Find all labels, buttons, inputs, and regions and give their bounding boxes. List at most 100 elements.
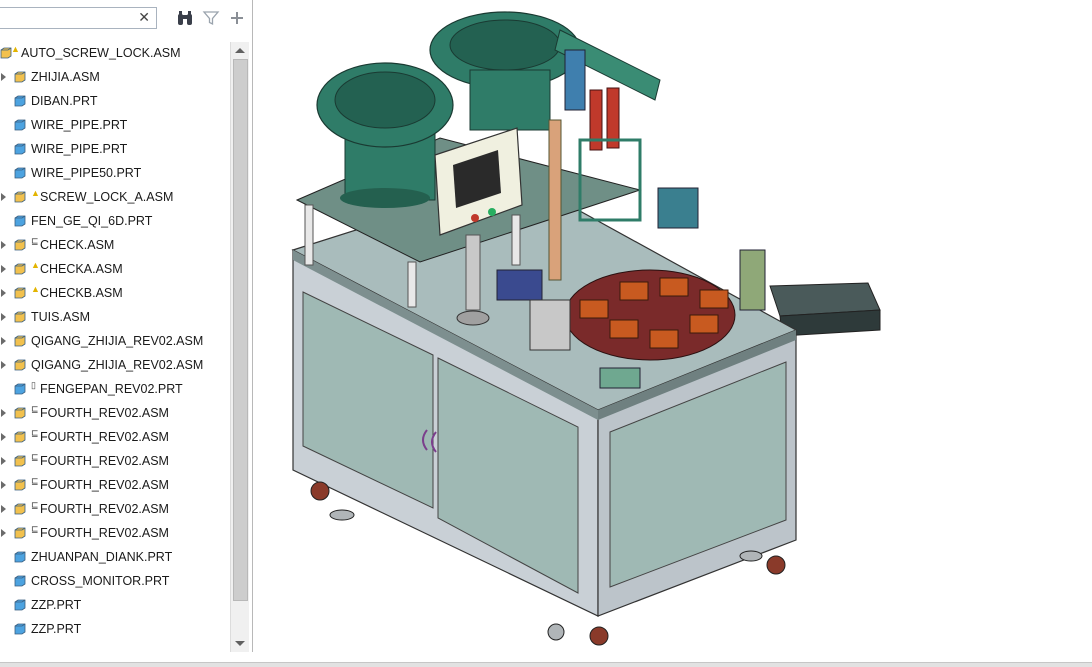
part-icon <box>14 623 26 635</box>
model-tree: ▲ AUTO_SCREW_LOCK.ASM ZHIJIA.ASM DIBAN.PRT W… <box>0 42 230 652</box>
tree-item-label: FOURTH_REV02.ASM <box>40 454 169 468</box>
tree-item[interactable]: ▯ FENGEPAN_REV02.PRT <box>0 378 230 402</box>
assembly-icon <box>14 263 26 275</box>
tree-item-label: FOURTH_REV02.ASM <box>40 502 169 516</box>
part-icon <box>14 215 26 227</box>
expand-arrow-icon[interactable] <box>1 73 6 81</box>
tree-item-label: FOURTH_REV02.ASM <box>40 406 169 420</box>
assembly-icon <box>14 431 26 443</box>
search-bar: ✕ <box>0 7 158 29</box>
assembly-icon <box>14 71 26 83</box>
assembly-icon <box>14 191 26 203</box>
tree-scrollbar[interactable] <box>230 42 249 652</box>
expand-arrow-icon[interactable] <box>1 289 6 297</box>
family-table-icon: ⊑ <box>31 500 39 510</box>
tree-item[interactable]: WIRE_PIPE.PRT <box>0 138 230 162</box>
family-table-icon: ⊑ <box>31 236 39 246</box>
tree-item-label: CHECKA.ASM <box>40 262 123 276</box>
tree-item[interactable]: ZZP.PRT <box>0 594 230 618</box>
warning-icon: ▲ <box>31 284 40 294</box>
tree-item-label: SCREW_LOCK_A.ASM <box>40 190 174 204</box>
search-input[interactable] <box>0 8 133 26</box>
tree-item[interactable]: ZZP.PRT <box>0 618 230 642</box>
tree-item[interactable]: ⊑ FOURTH_REV02.ASM <box>0 522 230 546</box>
tree-item-label: FOURTH_REV02.ASM <box>40 526 169 540</box>
assembly-icon <box>14 407 26 419</box>
expand-arrow-icon[interactable] <box>1 481 6 489</box>
tree-item[interactable]: ⊑ FOURTH_REV02.ASM <box>0 474 230 498</box>
family-table-icon: ⊑ <box>31 476 39 486</box>
tree-item-label: QIGANG_ZHIJIA_REV02.ASM <box>31 358 204 372</box>
tree-item[interactable]: CROSS_MONITOR.PRT <box>0 570 230 594</box>
family-table-icon: ⊑ <box>31 524 39 534</box>
tree-item-label: ZZP.PRT <box>31 598 82 612</box>
filter-icon[interactable] <box>202 9 220 27</box>
expand-arrow-icon[interactable] <box>1 505 6 513</box>
expand-arrow-icon[interactable] <box>1 409 6 417</box>
generic-icon: ▯ <box>31 380 36 390</box>
tree-item-label: CHECKB.ASM <box>40 286 123 300</box>
scroll-thumb[interactable] <box>233 59 248 601</box>
tree-item[interactable]: DIBAN.PRT <box>0 90 230 114</box>
tree-item-label: CROSS_MONITOR.PRT <box>31 574 170 588</box>
expand-arrow-icon[interactable] <box>1 313 6 321</box>
expand-arrow-icon[interactable] <box>1 193 6 201</box>
tree-item[interactable]: ▲ CHECKA.ASM <box>0 258 230 282</box>
family-table-icon: ⊑ <box>31 452 39 462</box>
tree-item[interactable]: ⊑ FOURTH_REV02.ASM <box>0 450 230 474</box>
part-icon <box>14 119 26 131</box>
assembly-icon <box>14 311 26 323</box>
tree-item[interactable]: ZHUANPAN_DIANK.PRT <box>0 546 230 570</box>
3d-model-viewport[interactable] <box>253 0 1092 662</box>
tree-item-label: WIRE_PIPE50.PRT <box>31 166 142 180</box>
assembly-icon <box>14 239 26 251</box>
assembly-icon <box>14 455 26 467</box>
expand-arrow-icon[interactable] <box>1 337 6 345</box>
warning-icon: ▲ <box>31 260 40 270</box>
tree-item[interactable]: WIRE_PIPE50.PRT <box>0 162 230 186</box>
assembly-icon <box>14 287 26 299</box>
tree-item-label: ZZP.PRT <box>31 622 82 636</box>
tree-item[interactable]: FEN_GE_QI_6D.PRT <box>0 210 230 234</box>
search-box[interactable]: ✕ <box>0 7 157 29</box>
tree-item-label: FOURTH_REV02.ASM <box>40 430 169 444</box>
tree-item-label: FOURTH_REV02.ASM <box>40 478 169 492</box>
expand-arrow-icon[interactable] <box>1 265 6 273</box>
plus-icon[interactable] <box>228 9 246 27</box>
family-table-icon: ⊑ <box>31 428 39 438</box>
status-bar-edge <box>0 662 1092 667</box>
tree-item-label: QIGANG_ZHIJIA_REV02.ASM <box>31 334 204 348</box>
assembly-icon <box>14 527 26 539</box>
scroll-down-arrow-icon[interactable] <box>235 641 245 646</box>
warning-icon: ▲ <box>31 188 40 198</box>
scroll-up-arrow-icon[interactable] <box>235 48 245 53</box>
clear-search-button[interactable]: ✕ <box>138 9 150 26</box>
expand-arrow-icon[interactable] <box>1 529 6 537</box>
tree-item[interactable]: WIRE_PIPE.PRT <box>0 114 230 138</box>
tree-root-item[interactable]: ▲ AUTO_SCREW_LOCK.ASM <box>0 42 230 66</box>
tree-item[interactable]: ZHIJIA.ASM <box>0 66 230 90</box>
part-icon <box>14 575 26 587</box>
tree-item[interactable]: ⊑ FOURTH_REV02.ASM <box>0 402 230 426</box>
tree-item[interactable]: QIGANG_ZHIJIA_REV02.ASM <box>0 354 230 378</box>
tree-item-label: CHECK.ASM <box>40 238 115 252</box>
tree-item[interactable]: ⊑ FOURTH_REV02.ASM <box>0 426 230 450</box>
binoculars-icon[interactable] <box>176 9 194 27</box>
model-tree-panel: ✕ ▲ AUTO_SCREW_LOCK.ASM ZHIJIA.ASM DIBAN.PR… <box>0 0 253 652</box>
tree-item[interactable]: ⊑ CHECK.ASM <box>0 234 230 258</box>
part-icon <box>14 167 26 179</box>
part-icon <box>14 95 26 107</box>
expand-arrow-icon[interactable] <box>1 241 6 249</box>
tree-item-label: WIRE_PIPE.PRT <box>31 118 128 132</box>
tree-item-label: FENGEPAN_REV02.PRT <box>40 382 183 396</box>
tree-item[interactable]: TUIS.ASM <box>0 306 230 330</box>
tree-item-label: ZHIJIA.ASM <box>31 70 100 84</box>
expand-arrow-icon[interactable] <box>1 361 6 369</box>
tree-item[interactable]: ▲ CHECKB.ASM <box>0 282 230 306</box>
tree-item[interactable]: ⊑ FOURTH_REV02.ASM <box>0 498 230 522</box>
assembly-icon <box>14 335 26 347</box>
tree-item[interactable]: ▲ SCREW_LOCK_A.ASM <box>0 186 230 210</box>
expand-arrow-icon[interactable] <box>1 457 6 465</box>
expand-arrow-icon[interactable] <box>1 433 6 441</box>
tree-item[interactable]: QIGANG_ZHIJIA_REV02.ASM <box>0 330 230 354</box>
